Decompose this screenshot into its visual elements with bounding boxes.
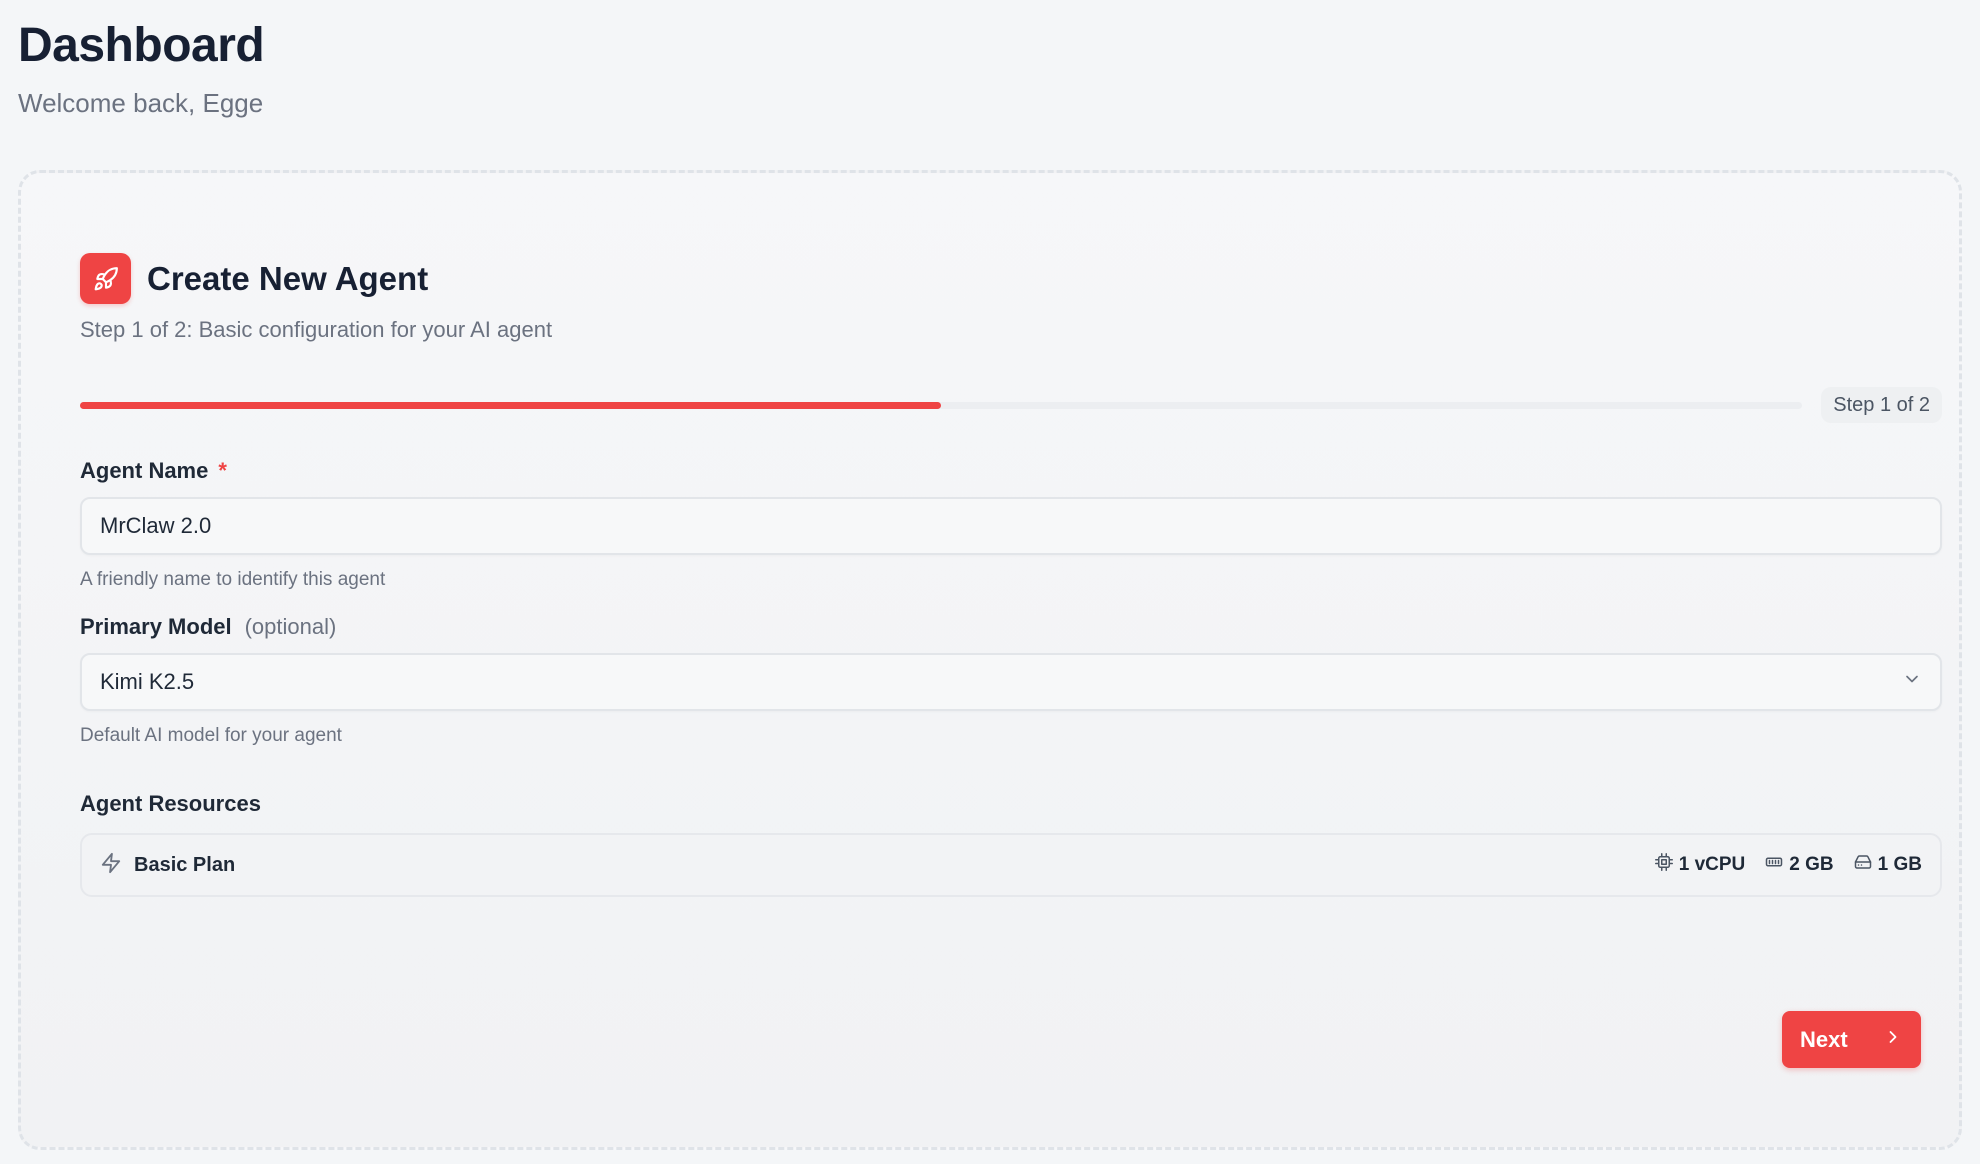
cpu-icon — [1654, 853, 1679, 877]
page: Dashboard Welcome back, Egge Create New … — [0, 0, 1980, 1164]
memory-spec: 2 GB — [1765, 853, 1834, 877]
storage-spec: 1 GB — [1854, 853, 1922, 877]
agent-name-input[interactable]: MrClaw 2.0 — [80, 497, 1942, 555]
rocket-icon — [80, 253, 131, 304]
step-indicator: Step 1 of 2 — [1821, 387, 1942, 423]
next-button[interactable]: Next — [1782, 1011, 1921, 1068]
lightning-icon — [100, 852, 122, 879]
resource-plan-card: Basic Plan 1 vCPU 2 GB 1 GB — [80, 833, 1942, 897]
hard-drive-icon — [1854, 853, 1878, 877]
progress-fill — [80, 402, 941, 409]
create-agent-card: Create New Agent Step 1 of 2: Basic conf… — [18, 170, 1962, 1150]
cpu-value: 1 vCPU — [1678, 854, 1746, 875]
card-header: Create New Agent — [80, 253, 428, 304]
next-label: Next — [1800, 1026, 1848, 1052]
page-title: Dashboard — [18, 19, 265, 72]
card-subtitle: Step 1 of 2: Basic configuration for you… — [80, 317, 553, 342]
agent-resources-label: Agent Resources — [80, 791, 261, 816]
agent-name-label: Agent Name * — [80, 458, 227, 484]
primary-model-label-text: Primary Model — [80, 614, 232, 639]
agent-name-helper: A friendly name to identify this agent — [80, 569, 386, 590]
agent-name-value: MrClaw 2.0 — [100, 513, 212, 538]
chevron-down-icon — [1902, 669, 1922, 695]
progress-row: Step 1 of 2 — [80, 385, 1942, 425]
primary-model-select[interactable]: Kimi K2.5 — [80, 653, 1942, 711]
progress-track — [80, 402, 1802, 409]
primary-model-value: Kimi K2.5 — [100, 669, 195, 694]
card-title: Create New Agent — [147, 259, 429, 297]
storage-value: 1 GB — [1877, 854, 1922, 875]
memory-value: 2 GB — [1789, 854, 1834, 875]
chevron-right-icon — [1883, 1027, 1903, 1053]
page-header: Dashboard Welcome back, Egge — [18, 18, 265, 119]
page-subtitle: Welcome back, Egge — [18, 88, 264, 118]
required-marker: * — [218, 458, 227, 483]
memory-icon — [1765, 853, 1789, 877]
plan-name: Basic Plan — [134, 853, 236, 876]
cpu-spec: 1 vCPU — [1654, 853, 1746, 877]
optional-note: (optional) — [244, 614, 337, 639]
plan-info: Basic Plan — [100, 852, 235, 879]
resource-specs: 1 vCPU 2 GB 1 GB — [1635, 853, 1922, 877]
primary-model-helper: Default AI model for your agent — [80, 725, 342, 746]
primary-model-label: Primary Model (optional) — [80, 614, 336, 640]
agent-name-label-text: Agent Name — [80, 458, 209, 483]
